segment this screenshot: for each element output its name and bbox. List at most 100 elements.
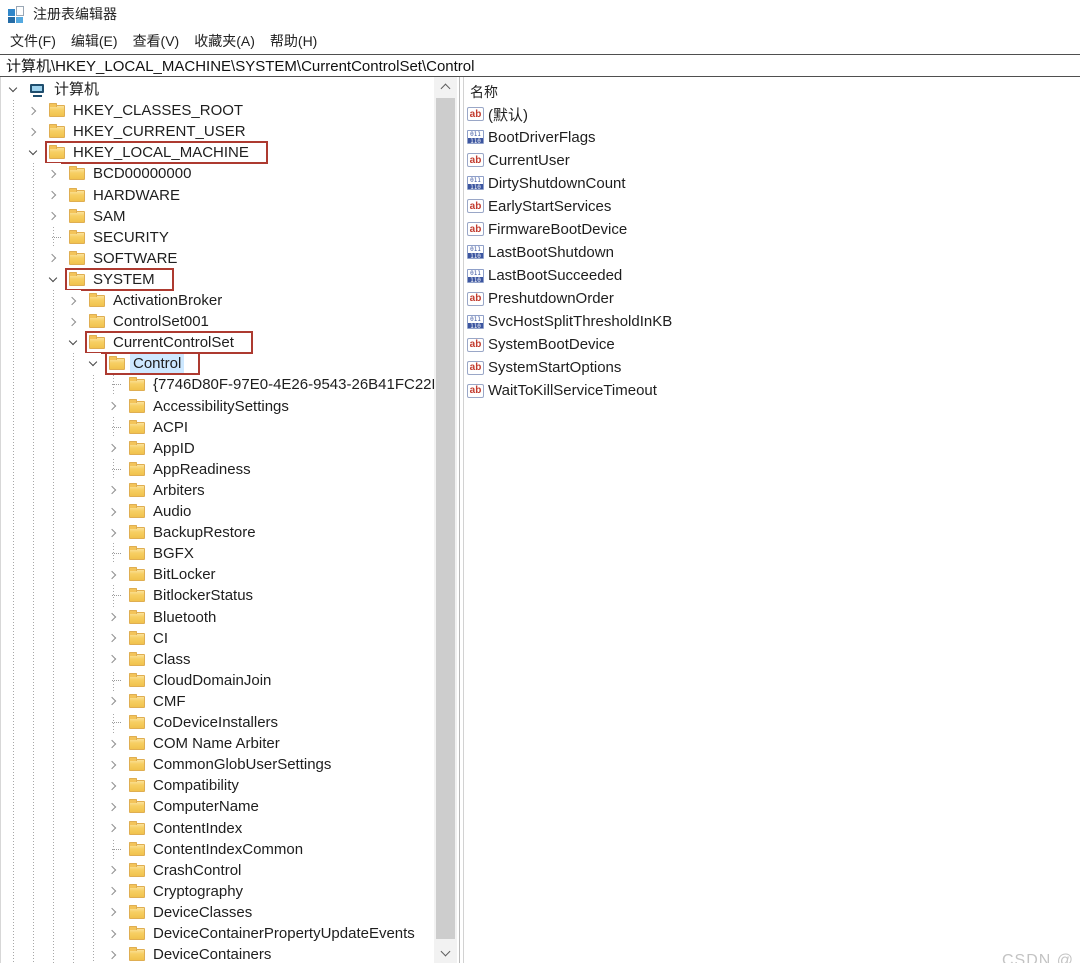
menu-edit[interactable]: 编辑(E): [71, 31, 118, 51]
tree-item-label[interactable]: CoDeviceInstallers: [150, 713, 281, 732]
tree-item[interactable]: CrashControl: [1, 860, 434, 881]
tree-item-label[interactable]: CommonGlobUserSettings: [150, 755, 334, 774]
tree-item-label[interactable]: CloudDomainJoin: [150, 671, 274, 690]
expand-chevron-icon[interactable]: [45, 206, 61, 227]
collapse-chevron-icon[interactable]: [45, 269, 61, 290]
tree-item-label[interactable]: {7746D80F-97E0-4E26-9543-26B41FC22F7: [150, 375, 434, 394]
tree-item-label[interactable]: BCD00000000: [90, 164, 194, 183]
tree-item-label[interactable]: CMF: [150, 692, 189, 711]
tree-item-label[interactable]: ContentIndex: [150, 819, 245, 838]
value-item[interactable]: abSystemBootDevice: [467, 334, 615, 355]
tree-item-label[interactable]: ActivationBroker: [110, 291, 225, 310]
expand-chevron-icon[interactable]: [105, 775, 121, 796]
expand-chevron-icon[interactable]: [65, 311, 81, 332]
tree-item-label[interactable]: 计算机: [51, 80, 102, 99]
expand-chevron-icon[interactable]: [105, 649, 121, 670]
expand-chevron-icon[interactable]: [105, 522, 121, 543]
tree-item-label[interactable]: SECURITY: [90, 228, 172, 247]
menu-help[interactable]: 帮助(H): [270, 31, 317, 51]
tree-item[interactable]: CoDeviceInstallers: [1, 712, 434, 733]
expand-chevron-icon[interactable]: [105, 818, 121, 839]
tree-item-label[interactable]: AccessibilitySettings: [150, 397, 292, 416]
value-item[interactable]: abFirmwareBootDevice: [467, 219, 627, 240]
expand-chevron-icon[interactable]: [65, 290, 81, 311]
tree-item[interactable]: ActivationBroker: [1, 290, 434, 311]
tree-item[interactable]: Cryptography: [1, 881, 434, 902]
collapse-chevron-icon[interactable]: [85, 353, 101, 374]
pane-divider[interactable]: [459, 77, 460, 963]
expand-chevron-icon[interactable]: [25, 100, 41, 121]
name-column-header[interactable]: 名称: [470, 82, 498, 102]
tree-item[interactable]: AppID: [1, 438, 434, 459]
tree-item[interactable]: SYSTEM: [1, 269, 434, 290]
expand-chevron-icon[interactable]: [45, 185, 61, 206]
value-item[interactable]: 011110BootDriverFlags: [467, 127, 596, 148]
tree-item[interactable]: Compatibility: [1, 775, 434, 796]
tree-item[interactable]: CMF: [1, 691, 434, 712]
tree-item-label[interactable]: HARDWARE: [90, 186, 183, 205]
tree-item[interactable]: 计算机: [1, 79, 434, 100]
tree-item[interactable]: ACPI: [1, 417, 434, 438]
expand-chevron-icon[interactable]: [105, 881, 121, 902]
tree-item-label[interactable]: SYSTEM: [90, 270, 158, 289]
tree-item[interactable]: HKEY_CLASSES_ROOT: [1, 100, 434, 121]
tree-item-label[interactable]: ComputerName: [150, 797, 262, 816]
scroll-up-icon[interactable]: [434, 77, 457, 97]
tree-item-label[interactable]: Bluetooth: [150, 608, 219, 627]
value-item[interactable]: abWaitToKillServiceTimeout: [467, 380, 657, 401]
tree-item[interactable]: HARDWARE: [1, 185, 434, 206]
tree-item-label[interactable]: Arbiters: [150, 481, 208, 500]
tree-item[interactable]: Control: [1, 353, 434, 374]
tree-item[interactable]: SECURITY: [1, 227, 434, 248]
tree-item[interactable]: BitLocker: [1, 564, 434, 585]
tree-item-label[interactable]: DeviceClasses: [150, 903, 255, 922]
expand-chevron-icon[interactable]: [105, 923, 121, 944]
expand-chevron-icon[interactable]: [105, 628, 121, 649]
tree-item[interactable]: Arbiters: [1, 480, 434, 501]
tree-item-label[interactable]: BackupRestore: [150, 523, 259, 542]
expand-chevron-icon[interactable]: [105, 796, 121, 817]
expand-chevron-icon[interactable]: [45, 248, 61, 269]
value-item[interactable]: 011110LastBootSucceeded: [467, 265, 622, 286]
value-item[interactable]: abEarlyStartServices: [467, 196, 611, 217]
tree-item[interactable]: Class: [1, 649, 434, 670]
tree-item-label[interactable]: AppReadiness: [150, 460, 254, 479]
expand-chevron-icon[interactable]: [105, 480, 121, 501]
expand-chevron-icon[interactable]: [105, 733, 121, 754]
tree-item[interactable]: COM Name Arbiter: [1, 733, 434, 754]
tree-item[interactable]: ControlSet001: [1, 311, 434, 332]
value-item[interactable]: 011110SvcHostSplitThresholdInKB: [467, 311, 672, 332]
value-item[interactable]: 011110LastBootShutdown: [467, 242, 614, 263]
expand-chevron-icon[interactable]: [25, 121, 41, 142]
tree-item[interactable]: SAM: [1, 206, 434, 227]
tree-item[interactable]: AccessibilitySettings: [1, 396, 434, 417]
expand-chevron-icon[interactable]: [105, 438, 121, 459]
expand-chevron-icon[interactable]: [105, 754, 121, 775]
menu-file[interactable]: 文件(F): [10, 31, 56, 51]
tree-item[interactable]: Bluetooth: [1, 607, 434, 628]
tree-item-label[interactable]: AppID: [150, 439, 198, 458]
tree-item[interactable]: CloudDomainJoin: [1, 670, 434, 691]
tree-item-label[interactable]: BGFX: [150, 544, 197, 563]
scroll-down-icon[interactable]: [434, 943, 457, 963]
tree-item[interactable]: BackupRestore: [1, 522, 434, 543]
tree-item-label-selected[interactable]: Control: [130, 354, 184, 373]
value-item[interactable]: ab(默认): [467, 104, 528, 125]
value-item[interactable]: abCurrentUser: [467, 150, 570, 171]
tree-item[interactable]: ContentIndex: [1, 818, 434, 839]
expand-chevron-icon[interactable]: [105, 501, 121, 522]
tree-item-label[interactable]: BitLocker: [150, 565, 219, 584]
expand-chevron-icon[interactable]: [105, 902, 121, 923]
tree-item[interactable]: Audio: [1, 501, 434, 522]
tree-item-label[interactable]: BitlockerStatus: [150, 586, 256, 605]
tree-item[interactable]: BCD00000000: [1, 163, 434, 184]
expand-chevron-icon[interactable]: [105, 564, 121, 585]
expand-chevron-icon[interactable]: [45, 163, 61, 184]
tree-item-label[interactable]: CurrentControlSet: [110, 333, 237, 352]
tree-item[interactable]: DeviceClasses: [1, 902, 434, 923]
tree-item-label[interactable]: Compatibility: [150, 776, 242, 795]
tree-item-label[interactable]: HKEY_LOCAL_MACHINE: [70, 143, 252, 162]
tree-item-label[interactable]: Class: [150, 650, 194, 669]
tree-item[interactable]: BGFX: [1, 543, 434, 564]
tree-item-label[interactable]: DeviceContainerPropertyUpdateEvents: [150, 924, 418, 943]
